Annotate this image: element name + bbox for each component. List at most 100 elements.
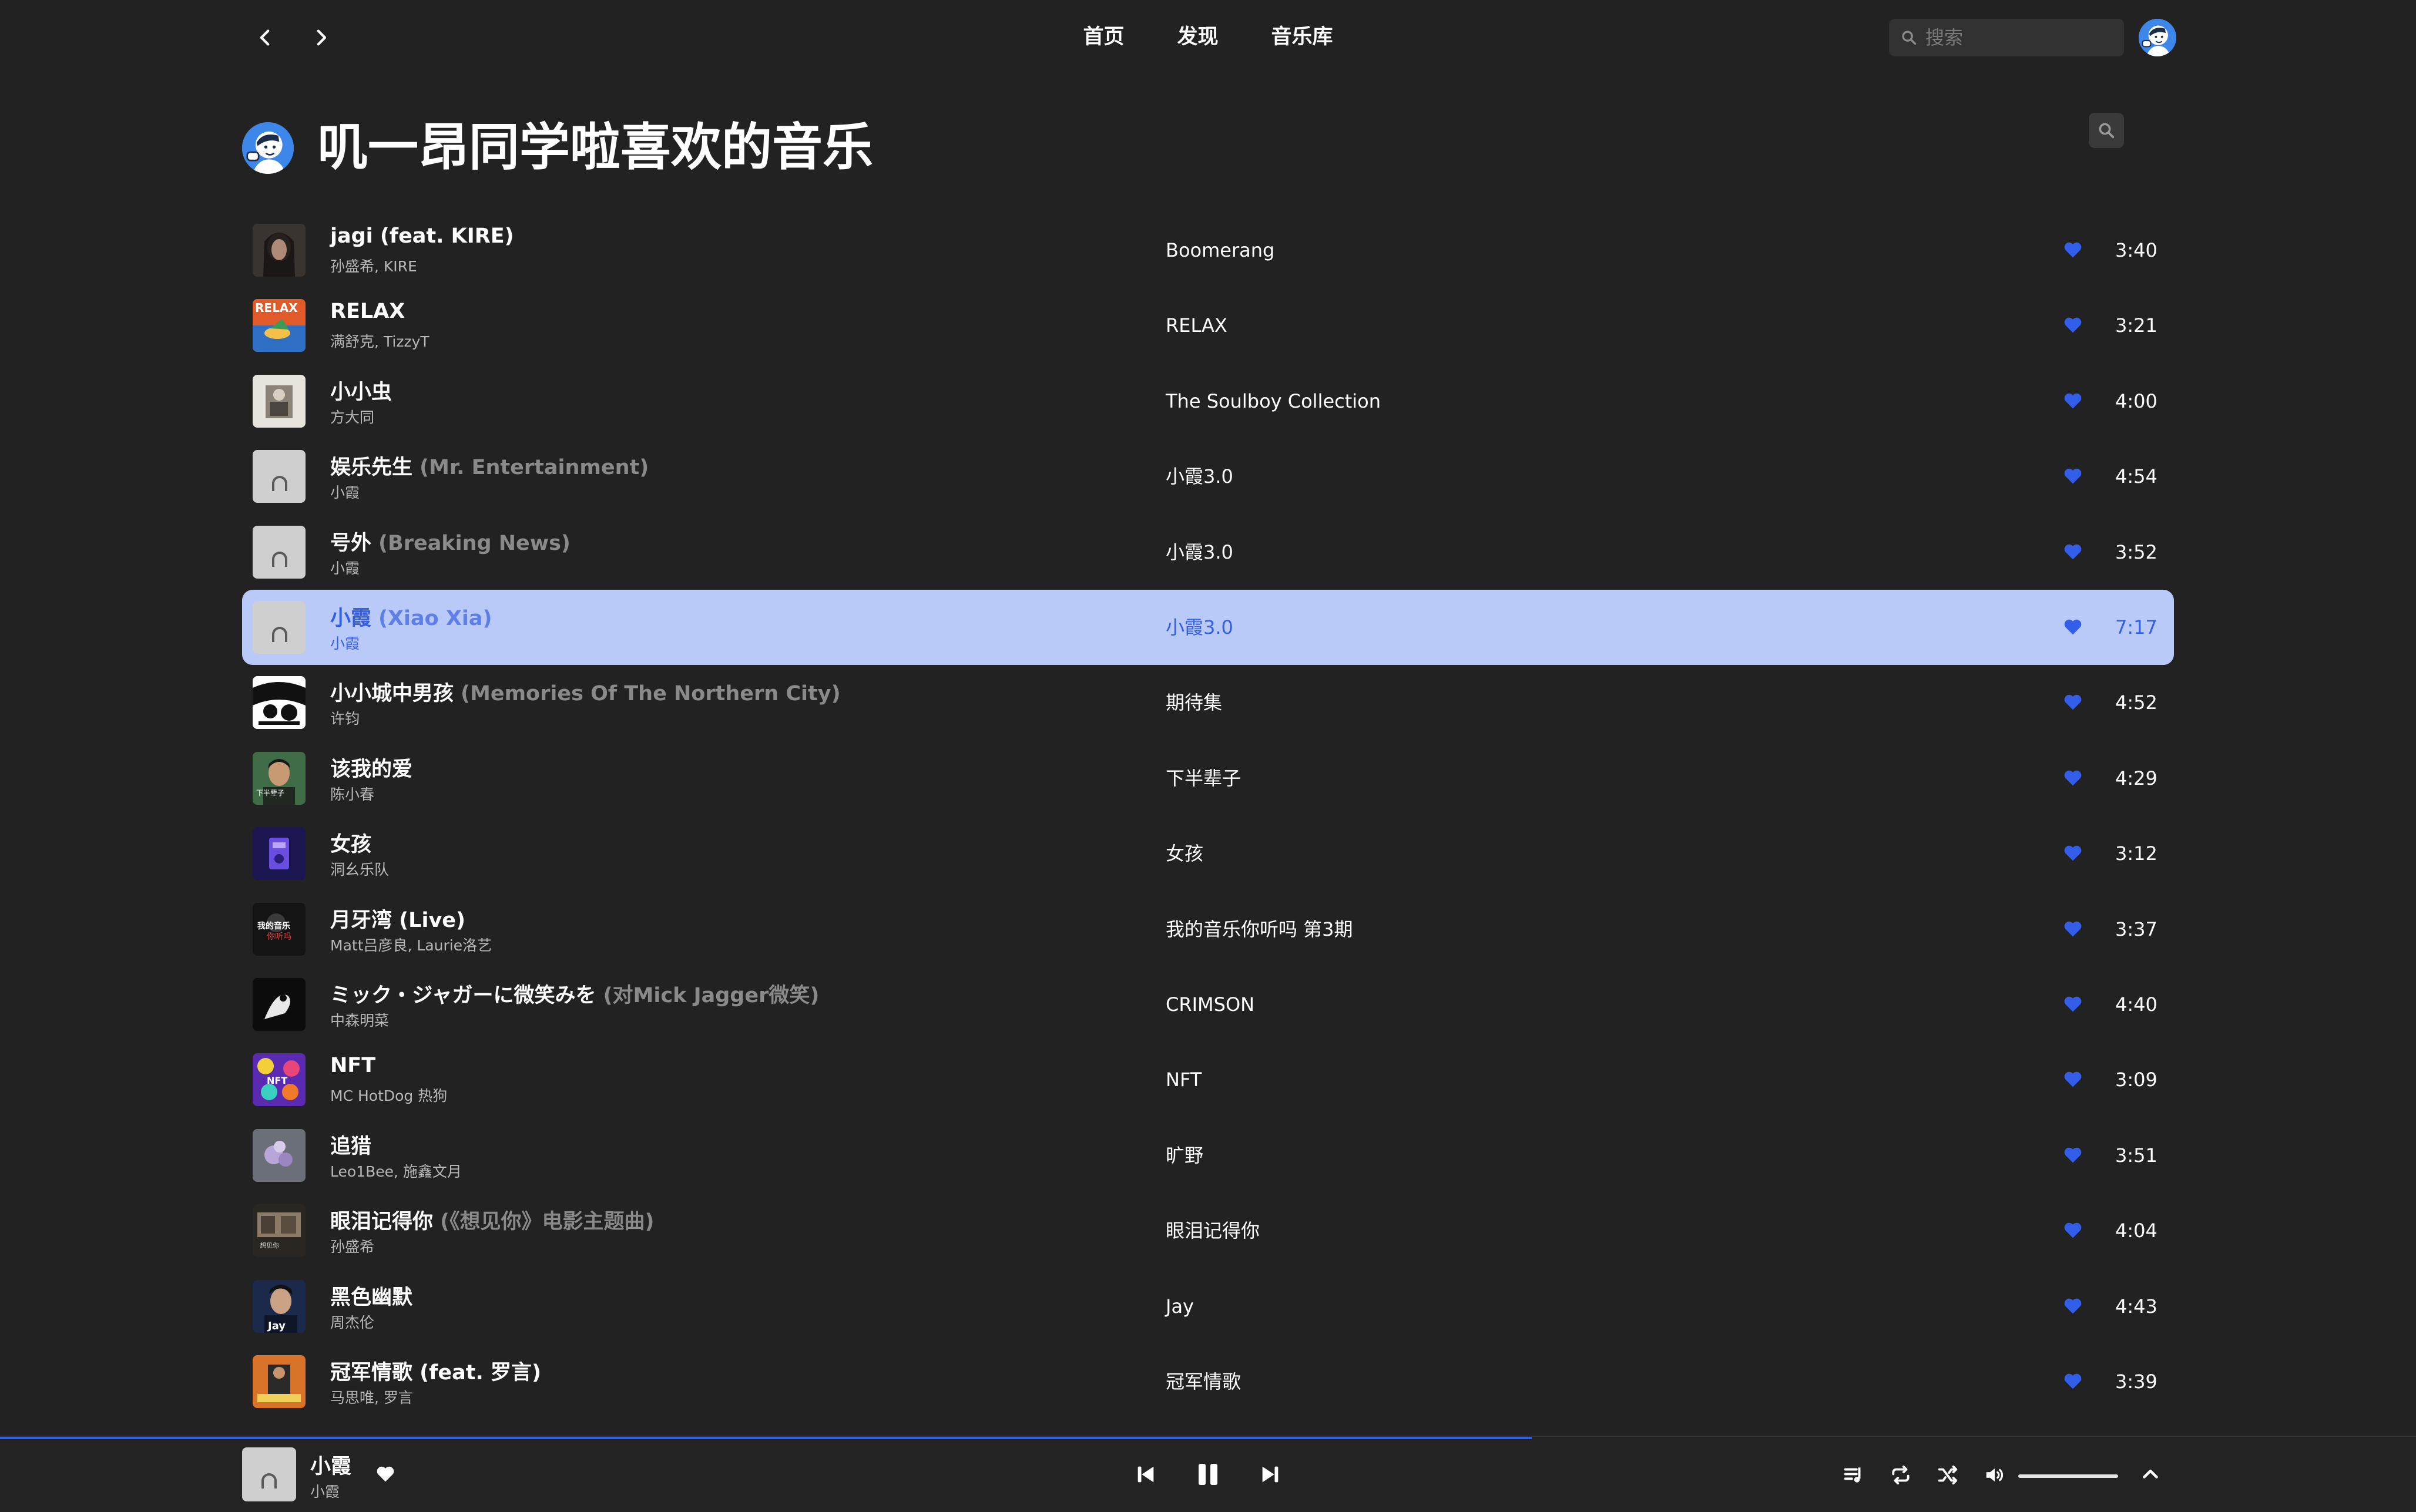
track-album[interactable]: 小霞3.0 [1166, 515, 1233, 590]
track-artist[interactable]: 孙盛希 [330, 1235, 374, 1256]
album-cover[interactable]: NFT [253, 1053, 306, 1107]
album-cover[interactable] [253, 450, 306, 503]
liked-heart-icon[interactable] [2063, 1146, 2082, 1164]
track-artist[interactable]: 中森明菜 [330, 1009, 389, 1030]
track-title[interactable]: 娱乐先生 (Mr. Entertainment) [330, 451, 649, 481]
progress-bar[interactable] [0, 1437, 1532, 1439]
album-cover[interactable] [253, 1128, 306, 1182]
liked-heart-icon[interactable] [2063, 1372, 2082, 1390]
nav-home[interactable]: 首页 [1083, 20, 1124, 50]
track-artist[interactable]: Matt吕彦良, Laurie洛艺 [330, 934, 492, 955]
liked-heart-icon[interactable] [2063, 467, 2082, 485]
track-album[interactable]: 下半辈子 [1166, 741, 1241, 816]
track-title[interactable]: 眼泪记得你 (《想见你》电影主题曲) [330, 1205, 655, 1235]
album-cover[interactable]: 想见你 [253, 1204, 306, 1258]
album-cover[interactable] [253, 224, 306, 277]
track-artist[interactable]: 陈小春 [330, 783, 374, 804]
track-album[interactable]: RELAX [1166, 288, 1227, 363]
playlist-search-button[interactable] [2089, 113, 2124, 148]
search-input[interactable] [1924, 26, 2115, 49]
liked-heart-icon[interactable] [2063, 769, 2082, 787]
track-album[interactable]: CRIMSON [1166, 967, 1254, 1042]
liked-heart-icon[interactable] [2063, 241, 2082, 258]
track-row[interactable]: 娱乐先生 (Mr. Entertainment) 小霞 小霞3.0 4:54 [242, 439, 2174, 514]
track-album[interactable]: 小霞3.0 [1166, 439, 1233, 514]
liked-heart-icon[interactable] [2063, 920, 2082, 938]
search-box[interactable] [1889, 19, 2124, 56]
album-cover[interactable]: 下半辈子 [253, 751, 306, 805]
liked-heart-icon[interactable] [2063, 316, 2082, 334]
album-cover[interactable] [253, 374, 306, 428]
nav-discover[interactable]: 发现 [1177, 20, 1218, 50]
track-album[interactable]: 旷野 [1166, 1118, 1203, 1193]
album-cover[interactable]: Jay [253, 1279, 306, 1333]
track-artist[interactable]: 周杰伦 [330, 1311, 374, 1332]
track-title[interactable]: RELAX [330, 300, 405, 323]
liked-heart-icon[interactable] [2063, 618, 2082, 636]
liked-heart-icon[interactable] [2063, 1297, 2082, 1315]
track-artist[interactable]: 马思唯, 罗言 [330, 1386, 413, 1407]
liked-heart-icon[interactable] [2063, 995, 2082, 1013]
track-album[interactable]: 我的音乐你听吗 第3期 [1166, 892, 1353, 967]
liked-heart-icon[interactable] [2063, 844, 2082, 862]
track-artist[interactable]: 洞幺乐队 [330, 858, 389, 879]
track-row[interactable]: 小小城中男孩 (Memories Of The Northern City) 许钧 期… [242, 665, 2174, 740]
track-album[interactable]: 期待集 [1166, 665, 1222, 740]
track-album[interactable]: NFT [1166, 1042, 1202, 1117]
liked-heart-icon[interactable] [2063, 1221, 2082, 1239]
track-title[interactable]: 冠军情歌 (feat. 罗言) [330, 1356, 541, 1386]
track-row-playing[interactable]: 小霞 (Xiao Xia) 小霞 小霞3.0 7:17 [242, 590, 2174, 665]
track-album[interactable]: 小霞3.0 [1166, 590, 1233, 665]
track-artist[interactable]: 小霞 [330, 481, 360, 502]
track-title[interactable]: jagi (feat. KIRE) [330, 224, 514, 248]
track-title[interactable]: 小霞 (Xiao Xia) [330, 602, 492, 631]
liked-heart-icon[interactable] [2063, 693, 2082, 711]
track-row[interactable]: Jay 黑色幽默 周杰伦 Jay 4:43 [242, 1269, 2174, 1344]
track-artist[interactable]: 方大同 [330, 406, 374, 427]
album-cover[interactable]: RELAX [253, 299, 306, 352]
track-row[interactable]: 小小虫 方大同 The Soulboy Collection 4:00 [242, 364, 2174, 439]
volume-slider[interactable] [2018, 1474, 2118, 1478]
album-cover[interactable] [253, 676, 306, 730]
track-row[interactable]: jagi (feat. KIRE) 孙盛希, KIRE Boomerang 3:40 [242, 213, 2174, 288]
track-album[interactable]: 冠军情歌 [1166, 1344, 1241, 1419]
next-button[interactable] [1259, 1463, 1282, 1486]
liked-heart-icon[interactable] [2063, 1070, 2082, 1088]
track-artist[interactable]: Leo1Bee, 施鑫文月 [330, 1160, 462, 1181]
liked-heart-icon[interactable] [2063, 392, 2082, 409]
track-artist[interactable]: 小霞 [330, 632, 360, 653]
nav-library[interactable]: 音乐库 [1271, 20, 1333, 50]
track-title[interactable]: ミック・ジャガーに微笑みを (对Mick Jagger微笑) [330, 979, 819, 1009]
expand-player-button[interactable] [2140, 1464, 2161, 1485]
track-album[interactable]: Jay [1166, 1269, 1194, 1344]
track-artist[interactable]: 满舒克, TizzyT [330, 330, 429, 351]
track-title[interactable]: 女孩 [330, 828, 371, 858]
album-cover[interactable] [253, 1355, 306, 1408]
track-title[interactable]: NFT [330, 1054, 375, 1077]
previous-button[interactable] [1134, 1463, 1157, 1486]
album-cover[interactable] [253, 601, 306, 654]
shuffle-button[interactable] [1937, 1464, 1959, 1486]
track-row[interactable]: 冠军情歌 (feat. 罗言) 马思唯, 罗言 冠军情歌 3:39 [242, 1344, 2174, 1419]
now-playing-cover[interactable] [242, 1447, 296, 1501]
track-row[interactable]: 我的音乐 你听吗 月牙湾 (Live) Matt吕彦良, Laurie洛艺 我的音乐你听… [242, 892, 2174, 967]
track-row[interactable]: NFT NFT MC HotDog 热狗 NFT 3:09 [242, 1042, 2174, 1117]
track-row[interactable]: 下半辈子 该我的爱 陈小春 下半辈子 4:29 [242, 741, 2174, 816]
track-title[interactable]: 黑色幽默 [330, 1281, 412, 1311]
track-artist[interactable]: 孙盛希, KIRE [330, 255, 417, 276]
album-cover[interactable] [253, 978, 306, 1031]
pause-button[interactable] [1194, 1460, 1222, 1489]
now-playing-artist[interactable]: 小霞 [310, 1480, 340, 1501]
track-artist[interactable]: 小霞 [330, 557, 360, 578]
track-title[interactable]: 追猎 [330, 1130, 371, 1160]
album-cover[interactable] [253, 827, 306, 881]
track-artist[interactable]: 许钧 [330, 707, 360, 728]
track-row[interactable]: ミック・ジャガーに微笑みを (对Mick Jagger微笑) 中森明菜 CRIMSON… [242, 967, 2174, 1042]
track-row[interactable]: 想见你 眼泪记得你 (《想见你》电影主题曲) 孙盛希 眼泪记得你 4:04 [242, 1193, 2174, 1268]
track-artist[interactable]: MC HotDog 热狗 [330, 1084, 447, 1106]
track-album[interactable]: The Soulboy Collection [1166, 364, 1381, 439]
track-album[interactable]: Boomerang [1166, 213, 1274, 288]
track-title[interactable]: 号外 (Breaking News) [330, 526, 571, 556]
now-playing-title[interactable]: 小霞 [310, 1450, 351, 1480]
volume-button[interactable] [1984, 1464, 2006, 1486]
